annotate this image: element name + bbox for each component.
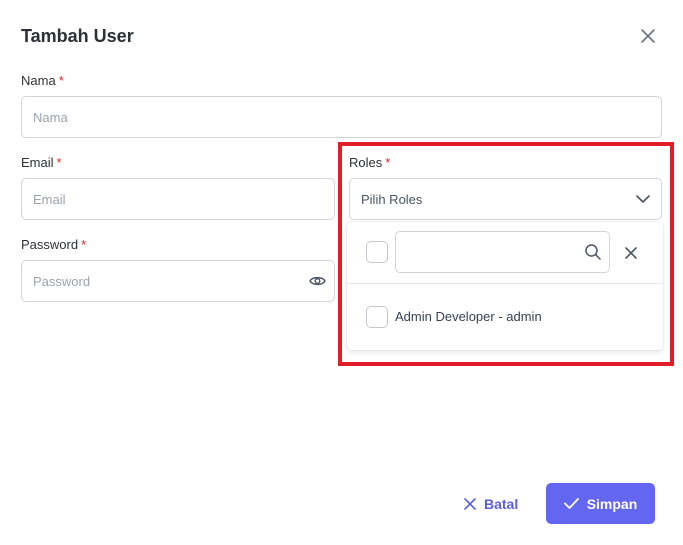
role-option-label: Admin Developer - admin <box>395 309 542 324</box>
password-label-text: Password <box>21 237 79 252</box>
password-label: Password * <box>21 237 86 252</box>
select-all-checkbox[interactable] <box>366 241 388 263</box>
search-icon <box>585 244 601 260</box>
email-input[interactable] <box>21 178 335 220</box>
check-icon <box>563 498 579 509</box>
dialog-title: Tambah User <box>21 26 134 46</box>
email-label: Email * <box>21 155 62 170</box>
required-mark: * <box>58 73 64 88</box>
roles-select-value: Pilih Roles <box>361 191 423 207</box>
roles-select[interactable]: Pilih Roles <box>349 178 662 220</box>
clear-filter-button[interactable] <box>620 242 642 264</box>
role-option-checkbox[interactable] <box>366 306 388 328</box>
clear-icon <box>625 247 637 259</box>
cancel-button[interactable]: Batal <box>460 490 522 518</box>
close-icon <box>641 29 655 43</box>
roles-dropdown-panel: Admin Developer - admin <box>347 222 663 350</box>
roles-label: Roles * <box>349 155 390 170</box>
nama-label-text: Nama <box>21 73 56 88</box>
role-option[interactable]: Admin Developer - admin <box>347 284 663 350</box>
required-mark: * <box>56 155 62 170</box>
add-user-dialog: Tambah User Nama* Email* Password* Roles… <box>0 0 683 545</box>
roles-label-text: Roles <box>349 155 383 170</box>
roles-filter-input[interactable] <box>395 231 610 273</box>
close-button[interactable] <box>636 24 660 48</box>
nama-label: Nama * <box>21 73 64 88</box>
chevron-down-icon <box>636 195 650 203</box>
cancel-button-label: Batal <box>484 496 519 512</box>
required-mark: * <box>385 155 391 170</box>
toggle-password-visibility-button[interactable] <box>305 271 329 291</box>
roles-dropdown-header <box>347 222 663 284</box>
eye-icon <box>308 276 326 286</box>
nama-input[interactable] <box>21 96 662 138</box>
password-input[interactable] <box>21 260 335 302</box>
save-button-label: Simpan <box>586 495 638 512</box>
save-button[interactable]: Simpan <box>546 483 655 524</box>
required-mark: * <box>81 237 87 252</box>
email-label-text: Email <box>21 155 54 170</box>
x-icon <box>464 498 476 510</box>
